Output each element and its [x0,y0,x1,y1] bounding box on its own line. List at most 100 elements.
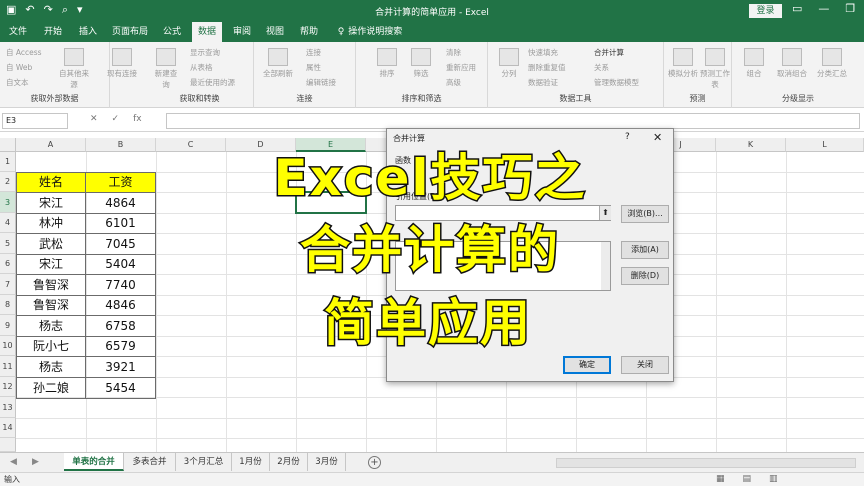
overlay-title-line-1: Excel技巧之 [272,148,587,209]
group-data-tools: 分列 快速填充 删除重复值 数据验证 合并计算 关系 管理数据模型 数据工具 [488,42,664,108]
from-text-button[interactable]: 自文本 [6,77,29,88]
group-label: 连接 [296,94,313,103]
name-box[interactable]: E3 [2,113,68,129]
row-header[interactable]: 11 [0,356,16,377]
sort-icon [377,48,397,66]
text-to-columns-button[interactable]: 分列 [496,48,522,79]
flash-fill-button[interactable]: 快速填充 [528,47,558,58]
tab-home[interactable]: 开始 [38,22,68,42]
enter-icon[interactable]: ✓ [112,114,120,124]
insert-function-icon[interactable]: fx [133,114,142,124]
tell-me-search[interactable]: ♀ 操作说明搜索 [330,22,410,42]
add-sheet-icon[interactable]: + [368,456,381,469]
tab-help[interactable]: 帮助 [295,22,323,42]
restore-icon[interactable]: ❐ [845,2,855,15]
cancel-icon[interactable]: ✕ [90,114,98,124]
reapply-button[interactable]: 重新应用 [446,62,476,73]
edit-links-button[interactable]: 编辑链接 [306,77,336,88]
page-layout-view-icon[interactable]: ▤ [743,474,752,484]
group-connections: 全部刷新 连接 属性 编辑链接 连接 [254,42,356,108]
formula-input[interactable] [166,113,860,129]
connection-icon [112,48,132,66]
from-web-button[interactable]: 自 Web [6,62,32,73]
row-header[interactable]: 13 [0,397,16,418]
subtotal-button[interactable]: 分类汇总 [814,48,850,79]
sheet-tab-march[interactable]: 3月份 [308,453,346,471]
title-bar: ▣ ↶ ↷ ⌕ ▾ 合并计算的简单应用 - Excel 登录 ▭ — ❐ ✕ [0,0,864,22]
properties-button[interactable]: 属性 [306,62,321,73]
salary-cell[interactable]: 3921 [85,356,156,378]
show-queries-button[interactable]: 显示查询 [190,47,220,58]
tab-insert[interactable]: 插入 [73,22,103,42]
status-bar: 输入 ▦ ▤ ▥ [0,472,864,486]
tab-data[interactable]: 数据 [192,22,222,42]
row-header[interactable]: 12 [0,377,16,397]
what-if-button[interactable]: 模拟分析 [668,48,698,79]
page-break-view-icon[interactable]: ▥ [769,474,778,484]
advanced-filter-button[interactable]: 高级 [446,77,461,88]
group-forecast: 模拟分析 预测工作表 预测 [664,42,732,108]
group-outline: 组合 取消组合 分类汇总 分级显示 [732,42,864,108]
forecast-sheet-button[interactable]: 预测工作表 [700,48,730,90]
row-header[interactable]: 14 [0,418,16,438]
tab-view[interactable]: 视图 [261,22,289,42]
clear-filter-button[interactable]: 清除 [446,47,461,58]
formula-icons: ✕ ✓ fx [90,114,142,124]
sheet-tab-multi-table-merge[interactable]: 多表合并 [124,453,176,471]
consolidate-button[interactable]: 合并计算 [594,47,624,58]
sort-button[interactable]: 排序 [374,48,400,79]
other-sources-button[interactable]: 自其他来源 [58,48,90,90]
group-label: 分级显示 [782,94,814,103]
data-validation-button[interactable]: 数据验证 [528,77,558,88]
manage-data-model-button[interactable]: 管理数据模型 [594,77,639,88]
grid-row-line [16,418,864,419]
normal-view-icon[interactable]: ▦ [716,474,725,484]
login-button[interactable]: 登录 [749,4,782,18]
recent-sources-button[interactable]: 最近使用的源 [190,77,235,88]
from-table-button[interactable]: 从表格 [190,62,213,73]
tab-formulas[interactable]: 公式 [157,22,187,42]
ribbon-display-icon[interactable]: ▭ [792,2,802,15]
tab-file[interactable]: 文件 [4,22,32,42]
sheet-tab-three-month-summary[interactable]: 3个月汇总 [176,453,232,471]
tab-review[interactable]: 审阅 [228,22,256,42]
prev-sheet-icon[interactable]: ◀ [10,457,17,467]
tell-me-label: 操作说明搜索 [348,27,403,37]
relationships-button[interactable]: 关系 [594,62,609,73]
ungroup-icon [782,48,802,66]
salary-cell[interactable]: 5454 [85,377,156,399]
existing-connections-button[interactable]: 现有连接 [102,48,142,79]
next-sheet-icon[interactable]: ▶ [32,457,39,467]
window-title: 合并计算的简单应用 - Excel [375,8,489,18]
group-get-transform: 新建查询 显示查询 从表格 最近使用的源 获取和转换 [146,42,254,108]
query-icon [156,48,176,66]
minimize-icon[interactable]: — [818,2,829,15]
new-query-button[interactable]: 新建查询 [152,48,180,90]
tab-page-layout[interactable]: 页面布局 [108,22,152,42]
window-controls: ▭ — ❐ ✕ [792,2,864,15]
ribbon: 自 Access 自 Web 自文本 自其他来源 现有连接 获取外部数据 新建查… [0,42,864,108]
ok-button[interactable]: 确定 [563,356,611,374]
sheet-tab-january[interactable]: 1月份 [232,453,270,471]
sheet-tab-single-table-merge[interactable]: 单表的合并 [64,453,124,471]
horizontal-scrollbar[interactable] [556,458,856,468]
overlay-title-line-2: 合并计算的 [299,220,560,281]
subtotal-icon [822,48,842,66]
group-external-data: 自 Access 自 Web 自文本 自其他来源 现有连接 获取外部数据 [0,42,137,108]
grid-row-line [16,438,864,439]
remove-duplicates-button[interactable]: 删除重复值 [528,62,566,73]
row-header[interactable] [0,438,16,452]
ribbon-tabs: 文件 开始 插入 页面布局 公式 数据 审阅 视图 帮助 ♀ 操作说明搜索 [0,22,864,42]
group-button[interactable]: 组合 [740,48,768,79]
from-access-button[interactable]: 自 Access [6,47,42,58]
sheet-tab-february[interactable]: 2月份 [270,453,308,471]
ungroup-button[interactable]: 取消组合 [774,48,810,79]
filter-button[interactable]: 筛选 [408,48,434,79]
close-button[interactable]: 关闭 [621,356,669,374]
name-cell[interactable]: 杨志 [16,356,86,378]
name-cell[interactable]: 孙二娘 [16,377,86,399]
group-label: 预测 [689,94,706,103]
group-label: 获取外部数据 [30,94,79,103]
connections-button[interactable]: 连接 [306,47,321,58]
refresh-all-button[interactable]: 全部刷新 [260,48,296,79]
